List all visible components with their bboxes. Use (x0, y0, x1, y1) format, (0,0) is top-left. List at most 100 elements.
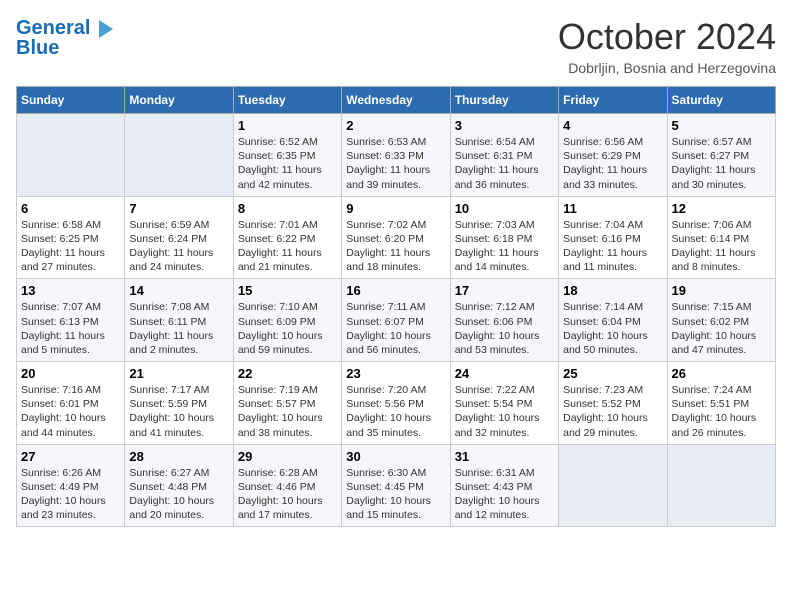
cell-content: Sunrise: 7:17 AMSunset: 5:59 PMDaylight:… (129, 383, 228, 440)
calendar-cell: 18 Sunrise: 7:14 AMSunset: 6:04 PMDayligh… (559, 279, 667, 362)
cell-content: Sunrise: 7:23 AMSunset: 5:52 PMDaylight:… (563, 383, 662, 440)
cell-content: Sunrise: 7:22 AMSunset: 5:54 PMDaylight:… (455, 383, 554, 440)
calendar-cell: 1Sunrise: 6:52 AMSunset: 6:35 PMDaylight… (233, 114, 341, 197)
location: Dobrljin, Bosnia and Herzegovina (558, 60, 776, 76)
day-number: 23 (346, 366, 445, 381)
cell-content: Sunrise: 7:08 AMSunset: 6:11 PMDaylight:… (129, 300, 228, 357)
cell-content: Sunrise: 6:26 AMSunset: 4:49 PMDaylight:… (21, 466, 120, 523)
cell-content: Sunrise: 7:12 AMSunset: 6:06 PMDaylight:… (455, 300, 554, 357)
day-number: 7 (129, 201, 228, 216)
calendar-cell: 22 Sunrise: 7:19 AMSunset: 5:57 PMDayligh… (233, 362, 341, 445)
calendar-cell: 28 Sunrise: 6:27 AMSunset: 4:48 PMDayligh… (125, 444, 233, 527)
page-header: General Blue October 2024 Dobrljin, Bosn… (16, 16, 776, 76)
cell-content: Sunrise: 7:24 AMSunset: 5:51 PMDaylight:… (672, 383, 771, 440)
day-number: 8 (238, 201, 337, 216)
day-number: 14 (129, 283, 228, 298)
calendar-cell: 30 Sunrise: 6:30 AMSunset: 4:45 PMDayligh… (342, 444, 450, 527)
weekday-header-friday: Friday (559, 87, 667, 114)
calendar-cell: 31Sunrise: 6:31 AMSunset: 4:43 PMDayligh… (450, 444, 558, 527)
weekday-header-wednesday: Wednesday (342, 87, 450, 114)
cell-content: Sunrise: 7:14 AMSunset: 6:04 PMDaylight:… (563, 300, 662, 357)
cell-content: Sunrise: 7:07 AMSunset: 6:13 PMDaylight:… (21, 300, 120, 357)
day-number: 12 (672, 201, 771, 216)
weekday-header-sunday: Sunday (17, 87, 125, 114)
logo-blue-text: Blue (16, 38, 113, 58)
day-number: 13 (21, 283, 120, 298)
day-number: 16 (346, 283, 445, 298)
cell-content: Sunrise: 7:16 AMSunset: 6:01 PMDaylight:… (21, 383, 120, 440)
day-number: 9 (346, 201, 445, 216)
calendar-cell: 8 Sunrise: 7:01 AMSunset: 6:22 PMDaylight… (233, 196, 341, 279)
calendar-cell: 20Sunrise: 7:16 AMSunset: 6:01 PMDayligh… (17, 362, 125, 445)
cell-content: Sunrise: 7:01 AMSunset: 6:22 PMDaylight:… (238, 218, 337, 275)
calendar-cell: 29 Sunrise: 6:28 AMSunset: 4:46 PMDayligh… (233, 444, 341, 527)
calendar-cell: 16 Sunrise: 7:11 AMSunset: 6:07 PMDayligh… (342, 279, 450, 362)
calendar-cell: 26 Sunrise: 7:24 AMSunset: 5:51 PMDayligh… (667, 362, 775, 445)
day-number: 10 (455, 201, 554, 216)
cell-content: Sunrise: 6:59 AMSunset: 6:24 PMDaylight:… (129, 218, 228, 275)
cell-content: Sunrise: 6:56 AMSunset: 6:29 PMDaylight:… (563, 135, 662, 192)
day-number: 3 (455, 118, 554, 133)
day-number: 30 (346, 449, 445, 464)
cell-content: Sunrise: 6:30 AMSunset: 4:45 PMDaylight:… (346, 466, 445, 523)
cell-content: Sunrise: 6:31 AMSunset: 4:43 PMDaylight:… (455, 466, 554, 523)
calendar-cell: 12 Sunrise: 7:06 AMSunset: 6:14 PMDayligh… (667, 196, 775, 279)
calendar-cell (559, 444, 667, 527)
weekday-header-monday: Monday (125, 87, 233, 114)
day-number: 25 (563, 366, 662, 381)
day-number: 2 (346, 118, 445, 133)
calendar-cell: 25 Sunrise: 7:23 AMSunset: 5:52 PMDayligh… (559, 362, 667, 445)
month-title: October 2024 (558, 16, 776, 58)
calendar-cell: 21Sunrise: 7:17 AMSunset: 5:59 PMDayligh… (125, 362, 233, 445)
calendar-cell: 4 Sunrise: 6:56 AMSunset: 6:29 PMDaylight… (559, 114, 667, 197)
day-number: 15 (238, 283, 337, 298)
day-number: 24 (455, 366, 554, 381)
calendar-table: SundayMondayTuesdayWednesdayThursdayFrid… (16, 86, 776, 527)
day-number: 18 (563, 283, 662, 298)
day-number: 26 (672, 366, 771, 381)
calendar-cell (125, 114, 233, 197)
day-number: 29 (238, 449, 337, 464)
calendar-cell: 9 Sunrise: 7:02 AMSunset: 6:20 PMDaylight… (342, 196, 450, 279)
day-number: 22 (238, 366, 337, 381)
cell-content: Sunrise: 7:19 AMSunset: 5:57 PMDaylight:… (238, 383, 337, 440)
day-number: 5 (672, 118, 771, 133)
cell-content: Sunrise: 7:02 AMSunset: 6:20 PMDaylight:… (346, 218, 445, 275)
calendar-cell: 15 Sunrise: 7:10 AMSunset: 6:09 PMDayligh… (233, 279, 341, 362)
cell-content: Sunrise: 6:53 AMSunset: 6:33 PMDaylight:… (346, 135, 445, 192)
calendar-cell (667, 444, 775, 527)
calendar-cell (17, 114, 125, 197)
calendar-cell: 3Sunrise: 6:54 AMSunset: 6:31 PMDaylight… (450, 114, 558, 197)
calendar-cell: 27Sunrise: 6:26 AMSunset: 4:49 PMDayligh… (17, 444, 125, 527)
calendar-cell: 5 Sunrise: 6:57 AMSunset: 6:27 PMDaylight… (667, 114, 775, 197)
day-number: 17 (455, 283, 554, 298)
cell-content: Sunrise: 6:58 AMSunset: 6:25 PMDaylight:… (21, 218, 120, 275)
cell-content: Sunrise: 7:03 AMSunset: 6:18 PMDaylight:… (455, 218, 554, 275)
calendar-cell: 13 Sunrise: 7:07 AMSunset: 6:13 PMDayligh… (17, 279, 125, 362)
calendar-cell: 17 Sunrise: 7:12 AMSunset: 6:06 PMDayligh… (450, 279, 558, 362)
cell-content: Sunrise: 7:15 AMSunset: 6:02 PMDaylight:… (672, 300, 771, 357)
cell-content: Sunrise: 7:06 AMSunset: 6:14 PMDaylight:… (672, 218, 771, 275)
day-number: 6 (21, 201, 120, 216)
cell-content: Sunrise: 6:28 AMSunset: 4:46 PMDaylight:… (238, 466, 337, 523)
calendar-cell: 14 Sunrise: 7:08 AMSunset: 6:11 PMDayligh… (125, 279, 233, 362)
cell-content: Sunrise: 7:20 AMSunset: 5:56 PMDaylight:… (346, 383, 445, 440)
logo: General Blue (16, 16, 113, 58)
weekday-header-tuesday: Tuesday (233, 87, 341, 114)
calendar-cell: 2 Sunrise: 6:53 AMSunset: 6:33 PMDaylight… (342, 114, 450, 197)
cell-content: Sunrise: 6:27 AMSunset: 4:48 PMDaylight:… (129, 466, 228, 523)
cell-content: Sunrise: 7:10 AMSunset: 6:09 PMDaylight:… (238, 300, 337, 357)
cell-content: Sunrise: 7:11 AMSunset: 6:07 PMDaylight:… (346, 300, 445, 357)
calendar-cell: 24 Sunrise: 7:22 AMSunset: 5:54 PMDayligh… (450, 362, 558, 445)
logo-arrow-icon (99, 20, 113, 38)
weekday-header-thursday: Thursday (450, 87, 558, 114)
weekday-header-saturday: Saturday (667, 87, 775, 114)
day-number: 28 (129, 449, 228, 464)
title-block: October 2024 Dobrljin, Bosnia and Herzeg… (558, 16, 776, 76)
day-number: 11 (563, 201, 662, 216)
day-number: 4 (563, 118, 662, 133)
cell-content: Sunrise: 6:57 AMSunset: 6:27 PMDaylight:… (672, 135, 771, 192)
calendar-cell: 6 Sunrise: 6:58 AMSunset: 6:25 PMDaylight… (17, 196, 125, 279)
cell-content: Sunrise: 6:52 AMSunset: 6:35 PMDaylight:… (238, 135, 337, 192)
calendar-cell: 23 Sunrise: 7:20 AMSunset: 5:56 PMDayligh… (342, 362, 450, 445)
